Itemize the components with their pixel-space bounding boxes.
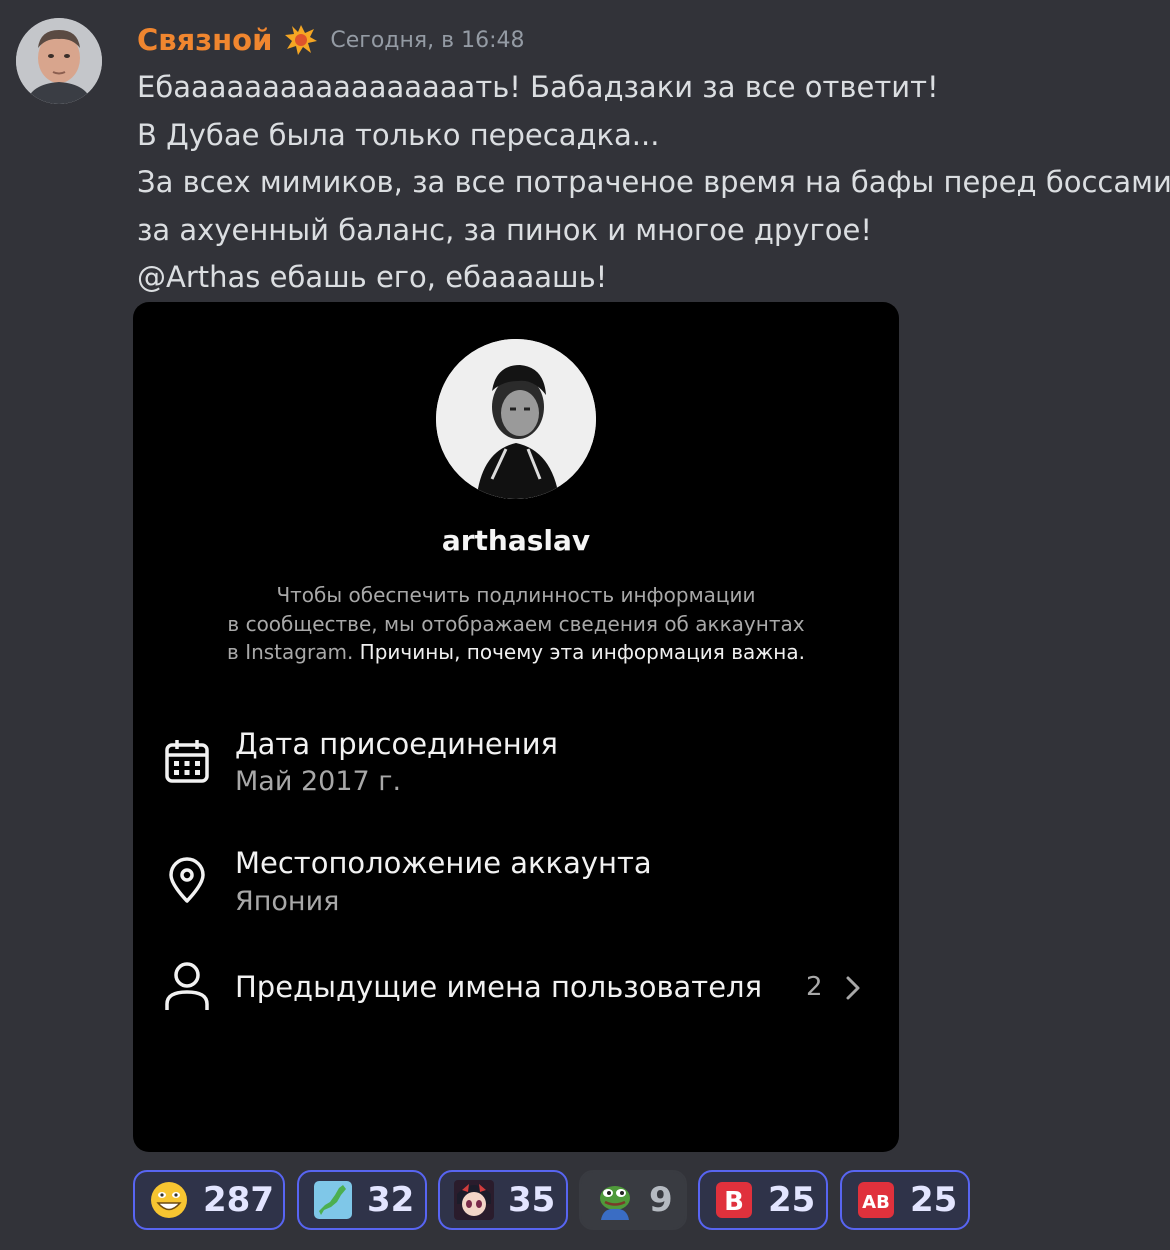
reaction-count: 287 <box>203 1180 274 1220</box>
ab-button-emoji: AB <box>856 1180 896 1220</box>
grinning-face-emoji <box>149 1180 189 1220</box>
svg-text:AB: AB <box>862 1192 890 1213</box>
pepe-frog-emoji <box>595 1180 635 1220</box>
message-content: Ебааааааааааааааааать! Бабадзаки за все … <box>137 64 1170 302</box>
author-avatar[interactable] <box>16 18 102 104</box>
message-header: Связной Сегодня, в 16:48 <box>137 20 524 60</box>
join-date-title: Дата присоединения <box>235 727 559 761</box>
reaction-count: 9 <box>649 1180 673 1220</box>
profile-username: arthaslav <box>441 524 591 557</box>
previous-usernames-count: 2 <box>806 972 823 1002</box>
chevron-right-icon <box>843 973 863 1003</box>
message-line: За всех мимиков, за все потраченое время… <box>137 165 1170 199</box>
japan-map-emoji <box>313 1180 353 1220</box>
reaction-button[interactable]: 32 <box>297 1170 427 1230</box>
notice-text: в Instagram. <box>227 640 360 664</box>
reaction-button[interactable]: 35 <box>438 1170 568 1230</box>
user-mention[interactable]: @Arthas <box>137 260 260 294</box>
reaction-count: 32 <box>367 1180 415 1220</box>
reaction-count: 25 <box>910 1180 958 1220</box>
calendar-icon <box>163 737 211 785</box>
explosion-icon[interactable] <box>284 23 318 57</box>
reaction-button[interactable]: 9 <box>579 1170 687 1230</box>
message-line: @Arthas ебашь его, ебаааашь! <box>137 254 1170 302</box>
previous-usernames-title: Предыдущие имена пользователя <box>235 970 763 1004</box>
reaction-button[interactable]: AB 25 <box>840 1170 970 1230</box>
message-timestamp[interactable]: Сегодня, в 16:48 <box>330 28 524 53</box>
image-attachment[interactable]: arthaslav Чтобы обеспечить подлинность и… <box>133 302 899 1152</box>
reaction-button[interactable]: 287 <box>133 1170 285 1230</box>
anime-girl-emoji <box>454 1180 494 1220</box>
message-line: за ахуенный баланс, за пинок и многое др… <box>137 212 872 247</box>
join-date-value: Май 2017 г. <box>235 766 402 797</box>
reaction-button[interactable]: B 25 <box>698 1170 828 1230</box>
message-line: В Дубае была только пересадка... <box>137 117 660 152</box>
info-notice: Чтобы обеспечить подлинность информации … <box>173 581 859 667</box>
b-button-emoji: B <box>714 1180 754 1220</box>
account-location-value: Япония <box>235 886 340 917</box>
user-icon <box>163 960 211 1010</box>
account-location-title: Местоположение аккаунта <box>235 846 652 880</box>
why-important-link: Причины, почему эта информация важна. <box>359 640 805 664</box>
notice-line: в сообществе, мы отображаем сведения об … <box>227 611 805 636</box>
svg-text:B: B <box>724 1187 744 1217</box>
notice-line: Чтобы обеспечить подлинность информации <box>276 583 756 607</box>
message-line: Ебааааааааааааааааать! Бабадзаки за все … <box>137 70 939 104</box>
author-name[interactable]: Связной <box>137 23 272 57</box>
notice-line: в Instagram. Причины, почему эта информа… <box>173 638 859 667</box>
profile-photo <box>436 339 596 499</box>
reaction-count: 35 <box>508 1180 556 1220</box>
location-pin-icon <box>163 856 211 904</box>
reaction-count: 25 <box>768 1180 816 1220</box>
message-text: ебашь его, ебаааашь! <box>260 260 608 294</box>
